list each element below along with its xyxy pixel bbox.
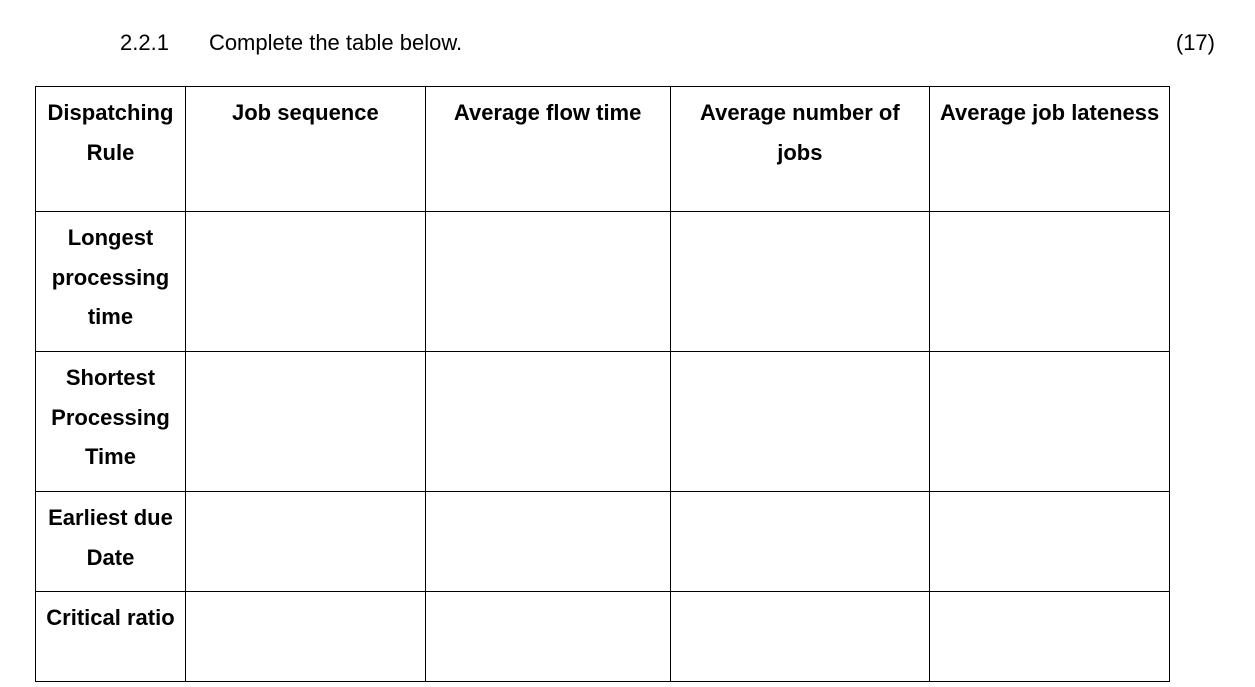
cell-lateness bbox=[930, 592, 1170, 682]
table-header-row: Dispatching Rule Job sequence Average fl… bbox=[36, 87, 1170, 212]
header-numjobs: Average number of jobs bbox=[670, 87, 930, 212]
cell-sequence bbox=[185, 592, 425, 682]
header-sequence: Job sequence bbox=[185, 87, 425, 212]
question-header: 2.2.1 Complete the table below. (17) bbox=[30, 30, 1225, 56]
cell-flow bbox=[425, 492, 670, 592]
cell-rule: Earliest due Date bbox=[36, 492, 186, 592]
question-number: 2.2.1 bbox=[120, 30, 169, 56]
header-flow: Average flow time bbox=[425, 87, 670, 212]
cell-flow bbox=[425, 592, 670, 682]
cell-sequence bbox=[185, 212, 425, 352]
header-rule: Dispatching Rule bbox=[36, 87, 186, 212]
table-row: Earliest due Date bbox=[36, 492, 1170, 592]
dispatching-table: Dispatching Rule Job sequence Average fl… bbox=[35, 86, 1170, 682]
cell-sequence bbox=[185, 352, 425, 492]
table-row: Critical ratio bbox=[36, 592, 1170, 682]
cell-flow bbox=[425, 212, 670, 352]
cell-lateness bbox=[930, 212, 1170, 352]
cell-numjobs bbox=[670, 352, 930, 492]
table-row: Longest processing time bbox=[36, 212, 1170, 352]
cell-flow bbox=[425, 352, 670, 492]
cell-numjobs bbox=[670, 492, 930, 592]
question-text: Complete the table below. bbox=[209, 30, 1176, 56]
question-marks: (17) bbox=[1176, 30, 1215, 56]
cell-rule: Critical ratio bbox=[36, 592, 186, 682]
cell-numjobs bbox=[670, 212, 930, 352]
header-lateness: Average job lateness bbox=[930, 87, 1170, 212]
cell-lateness bbox=[930, 352, 1170, 492]
cell-rule: Shortest Processing Time bbox=[36, 352, 186, 492]
cell-numjobs bbox=[670, 592, 930, 682]
table-row: Shortest Processing Time bbox=[36, 352, 1170, 492]
cell-lateness bbox=[930, 492, 1170, 592]
cell-sequence bbox=[185, 492, 425, 592]
cell-rule: Longest processing time bbox=[36, 212, 186, 352]
